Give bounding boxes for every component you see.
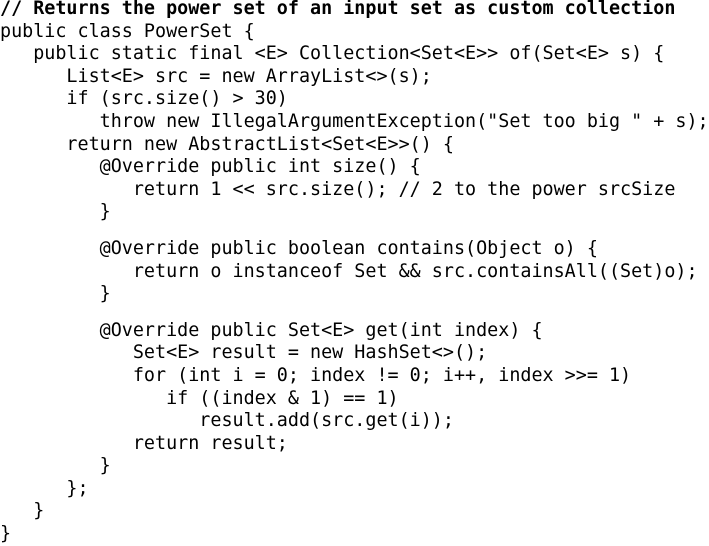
code-line: return o instanceof Set && src.containsA… — [0, 260, 698, 282]
code-line: } — [0, 500, 45, 522]
code-line: public class PowerSet { — [0, 20, 255, 42]
code-line: } — [0, 283, 111, 305]
code-line: public static final <E> Collection<Set<E… — [0, 43, 665, 65]
code-line: return 1 << src.size(); // 2 to the powe… — [0, 178, 676, 200]
code-line: result.add(src.get(i)); — [0, 410, 454, 432]
code-line: return new AbstractList<Set<E>>() { — [0, 133, 454, 155]
code-line: @Override public boolean contains(Object… — [0, 237, 598, 259]
code-line: } — [0, 201, 111, 223]
code-line: } — [0, 523, 12, 545]
code-comment-line: // Returns the power set of an input set… — [0, 0, 676, 19]
code-line: if ((index & 1) == 1) — [0, 387, 399, 409]
code-line: List<E> src = new ArrayList<>(s); — [0, 65, 432, 87]
code-line: throw new IllegalArgumentException("Set … — [0, 110, 709, 132]
code-line: @Override public int size() { — [0, 156, 421, 178]
code-listing: // Returns the power set of an input set… — [0, 0, 709, 546]
code-line: } — [0, 455, 111, 477]
code-line: for (int i = 0; index != 0; i++, index >… — [0, 364, 632, 386]
code-line: return result; — [0, 432, 288, 454]
code-line: @Override public Set<E> get(int index) { — [0, 319, 543, 341]
code-line: Set<E> result = new HashSet<>(); — [0, 342, 488, 364]
code-line: }; — [0, 477, 89, 499]
code-line: if (src.size() > 30) — [0, 88, 288, 110]
